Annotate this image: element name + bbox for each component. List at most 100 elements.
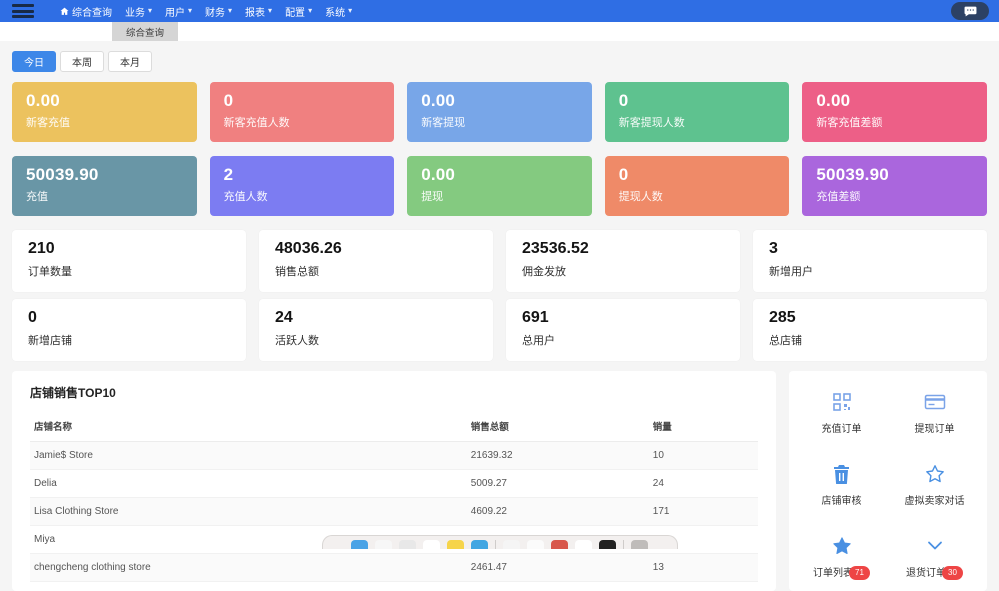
- summary-value: 0: [28, 309, 37, 326]
- today-button[interactable]: 今日: [12, 51, 56, 72]
- sales-qty-cell: 13: [648, 553, 758, 582]
- action-return-orders[interactable]: 退货订单 30: [888, 535, 981, 581]
- stat-value: 50039.90: [816, 165, 889, 184]
- col-sales-total: 销售总额: [466, 411, 649, 442]
- dock-app-icon[interactable]: [423, 540, 440, 549]
- dock-app-icon[interactable]: [447, 540, 464, 549]
- bottom-section: 店铺销售TOP10 店铺名称 销售总额 销量 Jamie$ Store 2163…: [12, 371, 987, 591]
- dock-app-icon[interactable]: [471, 540, 488, 549]
- stat-card-new-withdraw-users: 0 新客提现人数: [604, 82, 790, 142]
- sales-qty-cell: 24: [648, 469, 758, 498]
- nav-item-label: 用户: [165, 7, 186, 19]
- action-shop-review[interactable]: 店铺审核: [795, 463, 888, 507]
- trash-icon: [834, 464, 849, 484]
- nav-item-reports[interactable]: 报表 ▾: [245, 4, 272, 19]
- dock-app-icon[interactable]: [575, 540, 592, 549]
- action-label: 订单列表 71: [795, 564, 888, 581]
- dock-app-icon[interactable]: [551, 540, 568, 549]
- notification-badge: 71: [849, 566, 870, 580]
- nav-item-finance[interactable]: 财务 ▾: [205, 4, 232, 19]
- action-label: 提现订单: [914, 424, 955, 435]
- macos-dock[interactable]: [321, 535, 678, 549]
- stat-card-recharge: 50039.90 充值: [12, 156, 197, 216]
- summary-value: 48036.26: [275, 240, 342, 257]
- stat-card-new-recharge: 0.00 新客充值: [12, 82, 197, 142]
- nav-item-home[interactable]: 综合查询: [60, 4, 112, 19]
- dock-app-icon[interactable]: [599, 540, 616, 549]
- stat-value: 0.00: [26, 91, 60, 110]
- caret-down-icon: ▾: [348, 6, 353, 15]
- dock-app-icon[interactable]: [631, 540, 648, 549]
- summary-label: 活跃人数: [275, 335, 319, 347]
- top-navbar: 综合查询 业务 ▾ 用户 ▾ 财务 ▾ 报表 ▾ 配置 ▾ 系统 ▾: [0, 0, 999, 22]
- chevron-down-icon: [927, 541, 942, 550]
- main-content: 今日 本周 本月 0.00 新客充值 0 新客充值人数 0.00 新客提现 0 …: [0, 41, 999, 591]
- dock-app-icon[interactable]: [351, 540, 368, 549]
- summary-label: 总店铺: [769, 335, 802, 347]
- action-order-list[interactable]: 订单列表 71: [795, 535, 888, 581]
- summary-card-total-shops: 285 总店铺: [753, 299, 987, 361]
- nav-item-config[interactable]: 配置 ▾: [285, 4, 312, 19]
- summary-label: 订单数量: [28, 266, 72, 278]
- stat-label: 充值差额: [816, 191, 861, 203]
- shop-name-cell: Delia: [30, 469, 467, 498]
- summary-cards-row1: 210 订单数量 48036.26 销售总额 23536.52 佣金发放 3 新…: [12, 230, 987, 292]
- summary-label: 新增店铺: [28, 335, 72, 347]
- nav-item-user[interactable]: 用户 ▾: [165, 4, 192, 19]
- summary-value: 210: [28, 240, 55, 257]
- caret-down-icon: ▾: [228, 6, 233, 15]
- stat-label: 新客充值人数: [223, 117, 290, 129]
- stat-card-new-recharge-users: 0 新客充值人数: [209, 82, 395, 142]
- dock-app-icon[interactable]: [375, 540, 392, 549]
- shop-name-cell: Jamie$ Store: [30, 441, 467, 470]
- table-row: Delia 5009.27 24: [30, 469, 758, 498]
- sales-qty-cell: 10: [648, 441, 758, 470]
- tab-summary-query[interactable]: 综合查询: [112, 22, 179, 41]
- nav-item-system[interactable]: 系统 ▾: [325, 4, 352, 19]
- summary-label: 销售总额: [275, 266, 319, 278]
- stat-value: 0: [618, 165, 629, 184]
- stat-value: 50039.90: [26, 165, 99, 184]
- top-shops-card: 店铺销售TOP10 店铺名称 销售总额 销量 Jamie$ Store 2163…: [12, 371, 776, 591]
- this-month-button[interactable]: 本月: [108, 51, 152, 72]
- nav-item-label: 配置: [285, 7, 306, 19]
- top-shops-table: 店铺名称 销售总额 销量 Jamie$ Store 21639.32 10 De…: [30, 411, 758, 582]
- stat-value: 0.00: [816, 91, 851, 110]
- credit-card-icon: [924, 394, 945, 410]
- nav-item-business[interactable]: 业务 ▾: [125, 4, 152, 19]
- dock-app-icon[interactable]: [503, 540, 520, 549]
- stat-label: 新客提现: [421, 117, 466, 129]
- nav-item-label: 综合查询: [72, 7, 112, 19]
- dock-app-icon[interactable]: [527, 540, 544, 549]
- summary-value: 23536.52: [522, 240, 589, 257]
- action-withdraw-orders[interactable]: 提现订单: [888, 391, 981, 435]
- summary-value: 3: [769, 240, 778, 257]
- table-header-row: 店铺名称 销售总额 销量: [30, 411, 758, 442]
- shop-name-cell: chengcheng clothing store: [30, 553, 467, 582]
- stat-cards-row1: 0.00 新客充值 0 新客充值人数 0.00 新客提现 0 新客提现人数 0.…: [12, 82, 987, 142]
- stat-label: 提现人数: [618, 191, 663, 203]
- stat-card-withdraw: 0.00 提现: [407, 156, 592, 216]
- dock-separator: [495, 540, 496, 549]
- action-virtual-seller-chat[interactable]: 虚拟卖家对话: [888, 463, 981, 507]
- home-icon: [60, 7, 69, 15]
- action-label: 虚拟卖家对话: [904, 496, 965, 507]
- menu-toggle-button[interactable]: [12, 4, 34, 18]
- summary-card-new-shops: 0 新增店铺: [12, 299, 246, 361]
- stat-card-new-withdraw: 0.00 新客提现: [407, 82, 592, 142]
- stat-label: 新客提现人数: [618, 117, 685, 129]
- chat-button[interactable]: [951, 2, 989, 20]
- action-recharge-orders[interactable]: 充值订单: [795, 391, 888, 435]
- summary-value: 691: [522, 309, 549, 326]
- dock-app-icon[interactable]: [399, 540, 416, 549]
- summary-card-new-users: 3 新增用户: [753, 230, 987, 292]
- stat-value: 0: [618, 91, 629, 110]
- dock-separator: [623, 540, 624, 549]
- sales-total-cell: 5009.27: [466, 469, 649, 498]
- caret-down-icon: ▾: [268, 6, 273, 15]
- star-filled-icon: [832, 537, 851, 554]
- stat-value: 0.00: [421, 91, 456, 110]
- this-week-button[interactable]: 本周: [60, 51, 104, 72]
- main-nav: 综合查询 业务 ▾ 用户 ▾ 财务 ▾ 报表 ▾ 配置 ▾ 系统 ▾: [60, 4, 352, 19]
- stat-value: 0.00: [421, 165, 456, 184]
